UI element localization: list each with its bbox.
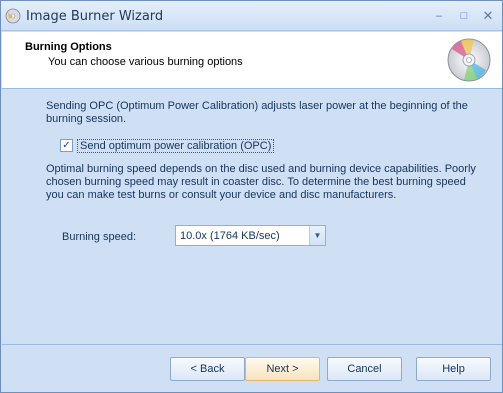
opc-checkbox-row[interactable]: ✓ Send optimum power calibration (OPC) — [60, 138, 275, 153]
disc-app-icon — [5, 8, 21, 24]
opc-description: Sending OPC (Optimum Power Calibration) … — [46, 100, 468, 125]
maximize-button[interactable]: □ — [455, 9, 473, 23]
chevron-down-icon[interactable]: ▼ — [309, 226, 325, 245]
burning-speed-value: 10.0x (1764 KB/sec) — [180, 230, 280, 242]
title-bar[interactable]: Image Burner Wizard – □ ✕ — [1, 1, 502, 31]
back-button[interactable]: < Back — [170, 357, 245, 381]
opc-checkbox-label[interactable]: Send optimum power calibration (OPC) — [77, 138, 275, 153]
footer-divider — [2, 344, 502, 345]
burning-speed-label: Burning speed: — [62, 231, 136, 243]
opc-checkbox[interactable]: ✓ — [60, 139, 73, 152]
minimize-button[interactable]: – — [430, 9, 448, 23]
wizard-window: Image Burner Wizard – □ ✕ Burning Option… — [0, 0, 503, 393]
speed-description: Optimal burning speed depends on the dis… — [46, 163, 476, 201]
wizard-header: Burning Options You can choose various b… — [2, 32, 502, 89]
next-button[interactable]: Next > — [245, 357, 320, 381]
page-title: Burning Options — [25, 41, 112, 53]
page-subtitle: You can choose various burning options — [48, 56, 243, 68]
cd-disc-icon — [447, 38, 491, 82]
burning-speed-select[interactable]: 10.0x (1764 KB/sec) ▼ — [175, 225, 326, 246]
cancel-button[interactable]: Cancel — [327, 357, 402, 381]
help-button[interactable]: Help — [416, 357, 491, 381]
window-title: Image Burner Wizard — [26, 9, 164, 24]
close-button[interactable]: ✕ — [479, 9, 497, 23]
